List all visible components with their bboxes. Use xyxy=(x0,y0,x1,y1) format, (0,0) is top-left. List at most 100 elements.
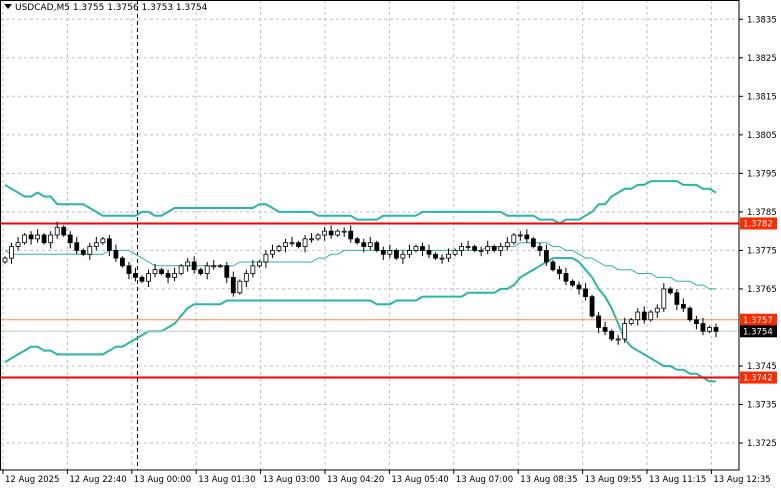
candle-body xyxy=(74,242,80,251)
candle-body xyxy=(387,250,393,255)
candle-body xyxy=(9,246,14,259)
candle-body xyxy=(113,250,119,259)
candle-body xyxy=(674,292,680,305)
chart-header: USDCAD,M5 1.3755 1.3756 1.3753 1.3754 xyxy=(4,3,207,13)
y-tick-label: 1.3765 xyxy=(747,285,777,295)
x-tick-label: 12 Aug 22:40 xyxy=(69,475,126,485)
candle-body xyxy=(93,242,99,247)
candles xyxy=(2,221,719,345)
candle-body xyxy=(361,242,367,247)
candle-body xyxy=(48,234,54,244)
candle-body xyxy=(648,311,654,321)
candle-body xyxy=(576,284,582,290)
current-price-label: 1.3754 xyxy=(743,327,773,337)
candle-body xyxy=(491,246,497,251)
candle-body xyxy=(28,234,34,240)
candle-body xyxy=(328,230,334,236)
y-tick-label: 1.3795 xyxy=(747,169,777,179)
plot-border xyxy=(0,0,740,471)
candle-body xyxy=(517,234,523,237)
candle-body xyxy=(420,246,425,251)
candle-body xyxy=(589,296,595,317)
candle-body xyxy=(596,315,601,328)
x-tick-label: 13 Aug 04:20 xyxy=(327,475,384,485)
candle-body xyxy=(407,250,412,255)
candle-body xyxy=(459,246,465,251)
candle-body xyxy=(87,246,93,255)
symbol-timeframe: USDCAD,M5 xyxy=(15,3,70,13)
candle-body xyxy=(159,269,164,274)
candle-body xyxy=(413,246,419,251)
candle-body xyxy=(622,323,628,340)
candle-body xyxy=(15,242,21,247)
x-tick-label: 13 Aug 00:00 xyxy=(134,475,191,485)
candle-body xyxy=(374,242,380,251)
candle-body xyxy=(283,242,288,247)
candle-body xyxy=(426,250,432,255)
chart-canvas[interactable]: 1.38351.38251.38151.38051.37951.37851.37… xyxy=(0,0,781,489)
candle-body xyxy=(185,261,191,267)
candle-body xyxy=(2,257,8,263)
candle-body xyxy=(41,234,47,244)
y-tick-label: 1.3835 xyxy=(747,15,777,25)
y-tick-label: 1.3725 xyxy=(747,439,777,449)
candle-body xyxy=(570,280,575,286)
candle-body xyxy=(602,327,608,332)
candle-body xyxy=(296,242,301,247)
candle-body xyxy=(315,234,321,240)
y-tick-label: 1.3775 xyxy=(747,246,777,256)
candle-body xyxy=(322,230,328,236)
candle-body xyxy=(80,250,86,255)
chart[interactable]: 1.3835 1.3825 1.3815 1.3805 1.3795 1.3785 1.37… xyxy=(0,0,781,489)
candle-body xyxy=(713,327,719,332)
candle-body xyxy=(563,273,569,282)
candle-body xyxy=(341,230,347,233)
candle-body xyxy=(211,265,217,268)
candle-body xyxy=(191,261,197,271)
candle-body xyxy=(354,238,360,244)
y-tick-label: 1.3735 xyxy=(747,401,777,411)
candle-body xyxy=(628,319,634,325)
y-tick-label: 1.3745 xyxy=(747,362,777,372)
candle-body xyxy=(635,311,641,321)
candle-body xyxy=(120,257,125,267)
candle-body xyxy=(172,273,177,278)
candle-body xyxy=(498,246,504,251)
time-axis[interactable]: 12 Aug 2025 12 Aug 22:40 13 Aug 00:00 13 Au… xyxy=(2,470,771,485)
candle-body xyxy=(250,265,256,274)
candle-body xyxy=(100,238,106,244)
chevron-down-icon[interactable] xyxy=(4,4,12,9)
x-tick-label: 13 Aug 07:00 xyxy=(456,475,513,485)
x-tick-label: 13 Aug 05:40 xyxy=(391,475,448,485)
candle-body xyxy=(146,273,151,282)
level-price-label: 1.3742 xyxy=(743,374,773,384)
candle-body xyxy=(530,238,536,247)
candle-body xyxy=(139,276,145,282)
candle-body xyxy=(687,307,693,321)
candle-body xyxy=(654,307,660,313)
candle-body xyxy=(54,226,60,236)
bollinger-bands xyxy=(4,180,717,383)
candle-body xyxy=(380,250,386,255)
candle-body xyxy=(524,234,530,240)
y-tick-label: 1.3785 xyxy=(747,208,777,218)
candle-body xyxy=(256,261,262,267)
x-tick-label: 13 Aug 03:00 xyxy=(263,475,320,485)
candle-body xyxy=(472,246,478,251)
candle-body xyxy=(700,323,706,332)
candle-body xyxy=(133,273,138,278)
candle-body xyxy=(263,253,269,263)
candle-body xyxy=(178,265,184,274)
candle-body xyxy=(661,288,667,309)
candle-body xyxy=(152,269,158,274)
y-tick-label: 1.3805 xyxy=(747,131,777,141)
candle-body xyxy=(367,242,373,247)
candle-body xyxy=(393,250,399,259)
candle-body xyxy=(67,234,73,244)
price-axis[interactable]: 1.38351.38251.38151.38051.37951.37851.37… xyxy=(739,15,777,449)
candle-body xyxy=(106,238,112,251)
candle-body xyxy=(35,234,41,240)
candle-body xyxy=(61,226,67,236)
candle-body xyxy=(465,246,471,248)
x-tick-label: 13 Aug 11:15 xyxy=(649,475,706,485)
